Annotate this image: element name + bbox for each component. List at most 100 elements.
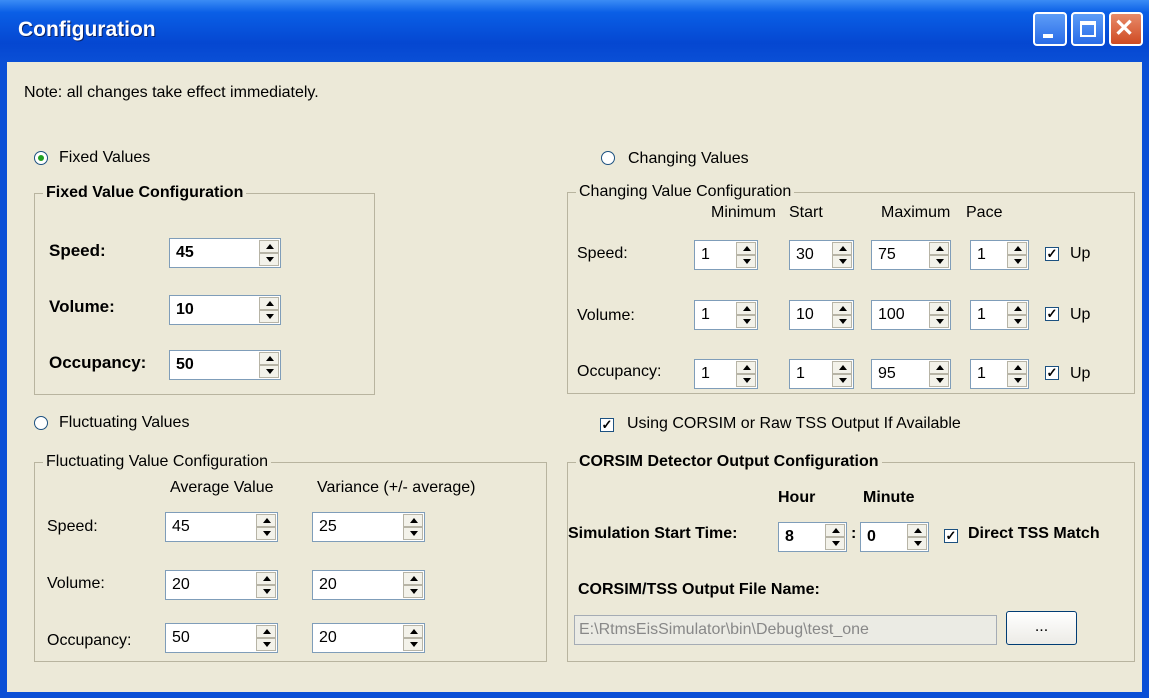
changing-volume-min-spinner[interactable]: 1 — [694, 300, 758, 330]
spin-down-icon[interactable] — [1007, 374, 1027, 387]
spin-up-icon[interactable] — [736, 302, 756, 315]
changing-speed-max-spinner[interactable]: 75 — [871, 240, 951, 270]
fixed-values-label[interactable]: Fixed Values — [59, 149, 150, 167]
spin-up-icon[interactable] — [907, 524, 927, 537]
spin-down-icon[interactable] — [832, 374, 852, 387]
changing-values-radio[interactable] — [601, 151, 615, 165]
spin-up-icon[interactable] — [736, 361, 756, 374]
changing-volume-start-spinner[interactable]: 10 — [789, 300, 854, 330]
spin-up-icon[interactable] — [403, 514, 423, 527]
spin-up-icon[interactable] — [1007, 242, 1027, 255]
direct-tss-match-checkbox[interactable]: ✓ — [944, 529, 958, 543]
spin-down-icon[interactable] — [736, 315, 756, 328]
spin-up-icon[interactable] — [736, 242, 756, 255]
spin-down-icon[interactable] — [403, 638, 423, 651]
fixed-speed-spinner[interactable]: 45 — [169, 238, 281, 268]
spin-down-icon[interactable] — [736, 255, 756, 268]
fluctuating-speed-variance-spinner[interactable]: 25 — [312, 512, 425, 542]
simulation-start-time-label: Simulation Start Time: — [568, 525, 738, 542]
maximize-button[interactable] — [1071, 12, 1105, 46]
changing-speed-pace-spinner[interactable]: 1 — [970, 240, 1029, 270]
spin-up-icon[interactable] — [259, 352, 279, 365]
fixed-values-radio[interactable] — [34, 151, 48, 165]
changing-volume-up-label: Up — [1070, 306, 1091, 323]
spin-down-icon[interactable] — [907, 537, 927, 550]
using-corsim-label[interactable]: Using CORSIM or Raw TSS Output If Availa… — [627, 415, 961, 433]
changing-speed-up-label: Up — [1070, 245, 1091, 262]
fluctuating-values-radio[interactable] — [34, 416, 48, 430]
changing-speed-up-checkbox[interactable]: ✓ — [1045, 247, 1059, 261]
spin-down-icon[interactable] — [1007, 255, 1027, 268]
changing-occupancy-min-spinner[interactable]: 1 — [694, 359, 758, 389]
fixed-occupancy-label: Occupancy: — [49, 353, 147, 372]
browse-button[interactable]: ... — [1006, 611, 1077, 645]
changing-occupancy-up-label: Up — [1070, 365, 1091, 382]
spin-up-icon[interactable] — [259, 297, 279, 310]
spin-down-icon[interactable] — [929, 374, 949, 387]
spin-up-icon[interactable] — [832, 242, 852, 255]
changing-occupancy-max-spinner[interactable]: 95 — [871, 359, 951, 389]
changing-volume-pace-spinner[interactable]: 1 — [970, 300, 1029, 330]
changing-group-title: Changing Value Configuration — [576, 183, 795, 201]
changing-speed-min-spinner[interactable]: 1 — [694, 240, 758, 270]
spin-up-icon[interactable] — [256, 625, 276, 638]
spin-down-icon[interactable] — [825, 537, 845, 550]
fixed-group-title: Fixed Value Configuration — [43, 184, 247, 202]
fluctuating-speed-average-spinner[interactable]: 45 — [165, 512, 278, 542]
spin-up-icon[interactable] — [256, 572, 276, 585]
fluctuating-occupancy-average-spinner[interactable]: 50 — [165, 623, 278, 653]
fixed-speed-value: 45 — [176, 244, 194, 261]
minute-spinner[interactable]: 0 — [860, 522, 929, 552]
spin-down-icon[interactable] — [403, 527, 423, 540]
spin-down-icon[interactable] — [259, 310, 279, 323]
spin-down-icon[interactable] — [832, 255, 852, 268]
changing-speed-start-spinner[interactable]: 30 — [789, 240, 854, 270]
minimize-button[interactable] — [1033, 12, 1067, 46]
changing-volume-up-checkbox[interactable]: ✓ — [1045, 307, 1059, 321]
spin-up-icon[interactable] — [1007, 302, 1027, 315]
spin-down-icon[interactable] — [929, 255, 949, 268]
spin-up-icon[interactable] — [403, 572, 423, 585]
spin-up-icon[interactable] — [259, 240, 279, 253]
spin-up-icon[interactable] — [825, 524, 845, 537]
using-corsim-checkbox[interactable]: ✓ — [600, 418, 614, 432]
spin-down-icon[interactable] — [259, 365, 279, 378]
direct-tss-match-label[interactable]: Direct TSS Match — [968, 525, 1100, 543]
spin-down-icon[interactable] — [256, 527, 276, 540]
title-bar[interactable]: Configuration ✕ — [0, 0, 1149, 62]
spin-down-icon[interactable] — [929, 315, 949, 328]
changing-volume-max-spinner[interactable]: 100 — [871, 300, 951, 330]
check-icon: ✓ — [1046, 246, 1058, 261]
changing-occupancy-up-checkbox[interactable]: ✓ — [1045, 366, 1059, 380]
spin-down-icon[interactable] — [736, 374, 756, 387]
fluctuating-header-average: Average Value — [170, 479, 274, 496]
spin-up-icon[interactable] — [929, 242, 949, 255]
spin-up-icon[interactable] — [403, 625, 423, 638]
output-file-field[interactable]: E:\RtmsEisSimulator\bin\Debug\test_one — [574, 615, 997, 645]
spin-up-icon[interactable] — [832, 361, 852, 374]
spin-down-icon[interactable] — [256, 638, 276, 651]
spinner-value: 1 — [701, 365, 710, 382]
spin-up-icon[interactable] — [832, 302, 852, 315]
fixed-occupancy-spinner[interactable]: 50 — [169, 350, 281, 380]
fluctuating-volume-variance-spinner[interactable]: 20 — [312, 570, 425, 600]
spin-down-icon[interactable] — [403, 585, 423, 598]
close-button[interactable]: ✕ — [1109, 12, 1143, 46]
spin-up-icon[interactable] — [1007, 361, 1027, 374]
fluctuating-occupancy-variance-spinner[interactable]: 20 — [312, 623, 425, 653]
spin-up-icon[interactable] — [929, 302, 949, 315]
fixed-volume-spinner[interactable]: 10 — [169, 295, 281, 325]
hour-spinner[interactable]: 8 — [778, 522, 847, 552]
fluctuating-values-label[interactable]: Fluctuating Values — [59, 414, 189, 432]
spin-up-icon[interactable] — [929, 361, 949, 374]
spin-down-icon[interactable] — [259, 253, 279, 266]
changing-occupancy-pace-spinner[interactable]: 1 — [970, 359, 1029, 389]
spin-down-icon[interactable] — [1007, 315, 1027, 328]
spin-up-icon[interactable] — [256, 514, 276, 527]
changing-values-label[interactable]: Changing Values — [628, 150, 749, 168]
fluctuating-volume-average-spinner[interactable]: 20 — [165, 570, 278, 600]
spin-down-icon[interactable] — [832, 315, 852, 328]
fluctuating-occupancy-label: Occupancy: — [47, 632, 132, 649]
changing-occupancy-start-spinner[interactable]: 1 — [789, 359, 854, 389]
spin-down-icon[interactable] — [256, 585, 276, 598]
